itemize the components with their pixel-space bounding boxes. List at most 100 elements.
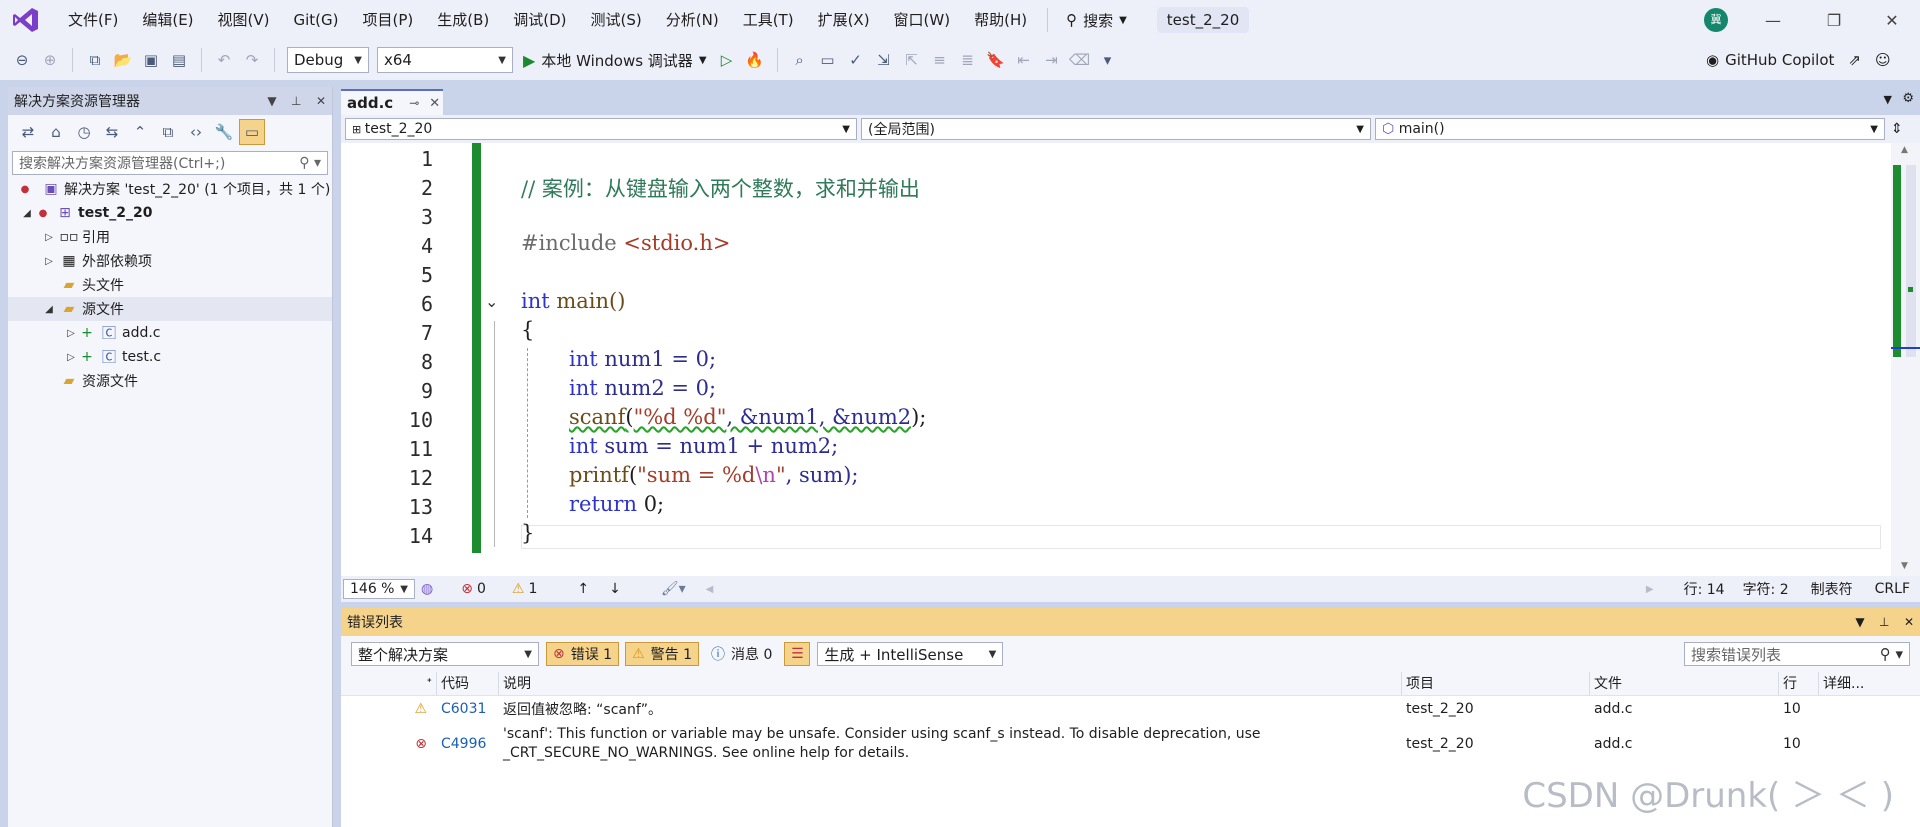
zoom-select[interactable]: 146 % ▼ (343, 579, 415, 599)
search-button[interactable]: ⚲ 搜索 ▼ (1056, 10, 1137, 31)
step-icon[interactable]: ⇲ (871, 47, 897, 73)
forward-icon[interactable]: ⊕ (37, 47, 63, 73)
status-char[interactable]: 字符: 2 (1743, 579, 1789, 599)
errors-filter-button[interactable]: ⊗ 错误 1 (546, 642, 620, 666)
status-line[interactable]: 行: 14 (1684, 579, 1725, 599)
avatar[interactable]: 冀 (1704, 8, 1728, 32)
show-all-files-icon[interactable]: ⧉ (155, 119, 181, 145)
column-code[interactable]: 代码 (437, 672, 499, 695)
column-project[interactable]: 项目 (1402, 672, 1590, 695)
save-all-icon[interactable]: ▤ (166, 47, 192, 73)
split-editor-icon[interactable]: ⇕ (1891, 121, 1903, 137)
tree-item-add-c[interactable]: ▷ + 🄲 add.c (8, 321, 332, 345)
find-in-files-icon[interactable]: ⌕ (787, 47, 813, 73)
open-folder-icon[interactable]: 📂 (110, 47, 136, 73)
chevron-down-icon[interactable]: ▼ (1855, 615, 1864, 629)
collapse-arrow-icon[interactable]: ⌄ (485, 292, 498, 311)
menu-file[interactable]: 文件(F) (56, 4, 130, 36)
menu-debug[interactable]: 调试(D) (501, 4, 578, 36)
home-icon[interactable]: ⌂ (43, 119, 69, 145)
status-eol[interactable]: CRLF (1875, 581, 1910, 597)
tree-project[interactable]: ◢ ● ⊞ test_2_20 (8, 201, 332, 225)
code-cleanup-icon[interactable]: ◍ (421, 581, 433, 597)
scroll-right-icon[interactable]: ▶ (1646, 584, 1654, 595)
menu-git[interactable]: Git(G) (282, 4, 351, 36)
scroll-down-icon[interactable]: ▼ (1901, 561, 1908, 571)
scroll-thumb[interactable] (1906, 165, 1916, 357)
chevron-down-icon[interactable]: ▼ (267, 94, 276, 108)
tree-item-external-deps[interactable]: ▷ ▦ 外部依赖项 (8, 249, 332, 273)
editor-vertical-scrollbar[interactable]: ▲ ▼ (1891, 143, 1920, 576)
tree-item-references[interactable]: ▷ ▫▫ 引用 (8, 225, 332, 249)
platform-select[interactable]: x64 ▼ (377, 47, 513, 73)
preview-selected-icon[interactable]: ▭ (239, 119, 265, 145)
toolbar-overflow-icon[interactable]: ▾ (1095, 47, 1121, 73)
menu-help[interactable]: 帮助(H) (962, 4, 1039, 36)
hot-reload-icon[interactable]: 🔥 (742, 47, 768, 73)
error-scope-select[interactable]: 整个解决方案 ▼ (351, 642, 539, 666)
filter-toggle-button[interactable]: ☰ (784, 642, 811, 666)
column-detail[interactable]: 详细... (1819, 672, 1899, 695)
tab-list-chevron-icon[interactable]: ▼ (1884, 93, 1892, 106)
share-icon[interactable]: ⇗ (1848, 51, 1861, 69)
tree-item-source-files[interactable]: ◢ ▰ 源文件 (8, 297, 332, 321)
error-search-input[interactable]: 搜索错误列表 ⚲ ▾ (1684, 642, 1910, 666)
arrow-up-icon[interactable]: ↑ (577, 581, 589, 597)
indent-icon[interactable]: ≡ (927, 47, 953, 73)
column-description[interactable]: 说明 (499, 672, 1402, 695)
new-project-icon[interactable]: ⧉ (82, 47, 108, 73)
configuration-select[interactable]: Debug ▼ (287, 47, 369, 73)
collapse-all-icon[interactable]: ⌃ (127, 119, 153, 145)
run-debugger-button[interactable]: ▶ 本地 Windows 调试器 ▼ (523, 50, 707, 71)
menu-project[interactable]: 项目(P) (351, 4, 426, 36)
next-bookmark-icon[interactable]: ⇥ (1039, 47, 1065, 73)
error-row[interactable]: ⚠ C6031 返回值被忽略: “scanf”。 test_2_20 add.c… (341, 696, 1920, 722)
nav-project-select[interactable]: ⊞ test_2_20 ▼ (345, 118, 857, 140)
brush-icon[interactable]: 🖌▾ (661, 581, 686, 597)
tree-item-header-files[interactable]: ▰ 头文件 (8, 273, 332, 297)
tree-item-resource-files[interactable]: ▰ 资源文件 (8, 369, 332, 393)
breakpoint-icon[interactable]: ⇱ (899, 47, 925, 73)
tab-add-c[interactable]: add.c ⊸ ✕ (341, 89, 443, 115)
error-code-link[interactable]: C6031 (437, 701, 499, 717)
nav-scope-select[interactable]: (全局范围) ▼ (861, 118, 1371, 140)
tree-item-test-c[interactable]: ▷ + 🄲 test.c (8, 345, 332, 369)
sort-column-icon[interactable]: ᐩ (341, 672, 437, 695)
clear-bookmarks-icon[interactable]: ⌫ (1067, 47, 1093, 73)
close-icon[interactable]: ✕ (429, 96, 440, 111)
restore-button[interactable]: ❐ (1806, 0, 1862, 40)
switch-views-icon[interactable]: ⇄ (15, 119, 41, 145)
feedback-icon[interactable]: ☺ (1875, 51, 1891, 69)
menu-view[interactable]: 视图(V) (206, 4, 282, 36)
scroll-up-icon[interactable]: ▲ (1901, 145, 1908, 155)
start-without-debugging-icon[interactable]: ▷ (714, 47, 740, 73)
nav-function-select[interactable]: ⬡ main() ▼ (1375, 118, 1885, 140)
layout-icon[interactable]: ▭ (815, 47, 841, 73)
error-row[interactable]: ⊗ C4996 'scanf': This function or variab… (341, 722, 1920, 766)
settings-gear-icon[interactable]: ⚙ (1902, 91, 1914, 106)
sync-icon[interactable]: ⇆ (99, 119, 125, 145)
undo-icon[interactable]: ↶ (211, 47, 237, 73)
redo-icon[interactable]: ↷ (239, 47, 265, 73)
tree-solution-root[interactable]: ● ▣ 解决方案 'test_2_20' (1 个项目，共 1 个) (8, 177, 332, 201)
menu-tools[interactable]: 工具(T) (731, 4, 806, 36)
messages-filter-button[interactable]: ⓘ 消息 0 (705, 642, 779, 666)
close-window-button[interactable]: ✕ (1864, 0, 1920, 40)
pin-icon[interactable]: ⊥ (1879, 615, 1889, 629)
code-view-icon[interactable]: ‹› (183, 119, 209, 145)
prev-bookmark-icon[interactable]: ⇤ (1011, 47, 1037, 73)
menu-build[interactable]: 生成(B) (425, 4, 501, 36)
error-code-link[interactable]: C4996 (437, 736, 499, 752)
status-tabs[interactable]: 制表符 (1811, 579, 1853, 599)
github-copilot-button[interactable]: ◉ GitHub Copilot ⇗ ☺ (1706, 40, 1891, 80)
minimize-button[interactable]: — (1745, 0, 1801, 40)
warning-icon[interactable]: ⚠ (512, 581, 525, 597)
column-line[interactable]: 行 (1779, 672, 1819, 695)
menu-test[interactable]: 测试(S) (579, 4, 654, 36)
column-file[interactable]: 文件 (1590, 672, 1779, 695)
menu-window[interactable]: 窗口(W) (882, 4, 963, 36)
warnings-filter-button[interactable]: ⚠ 警告 1 (625, 642, 700, 666)
save-icon[interactable]: ▣ (138, 47, 164, 73)
code-editor[interactable]: 1 2 3 4 5 6 7 8 9 10 11 12 13 14 ⌄ // 案例… (341, 143, 1891, 576)
error-icon[interactable]: ⊗ (461, 581, 473, 597)
